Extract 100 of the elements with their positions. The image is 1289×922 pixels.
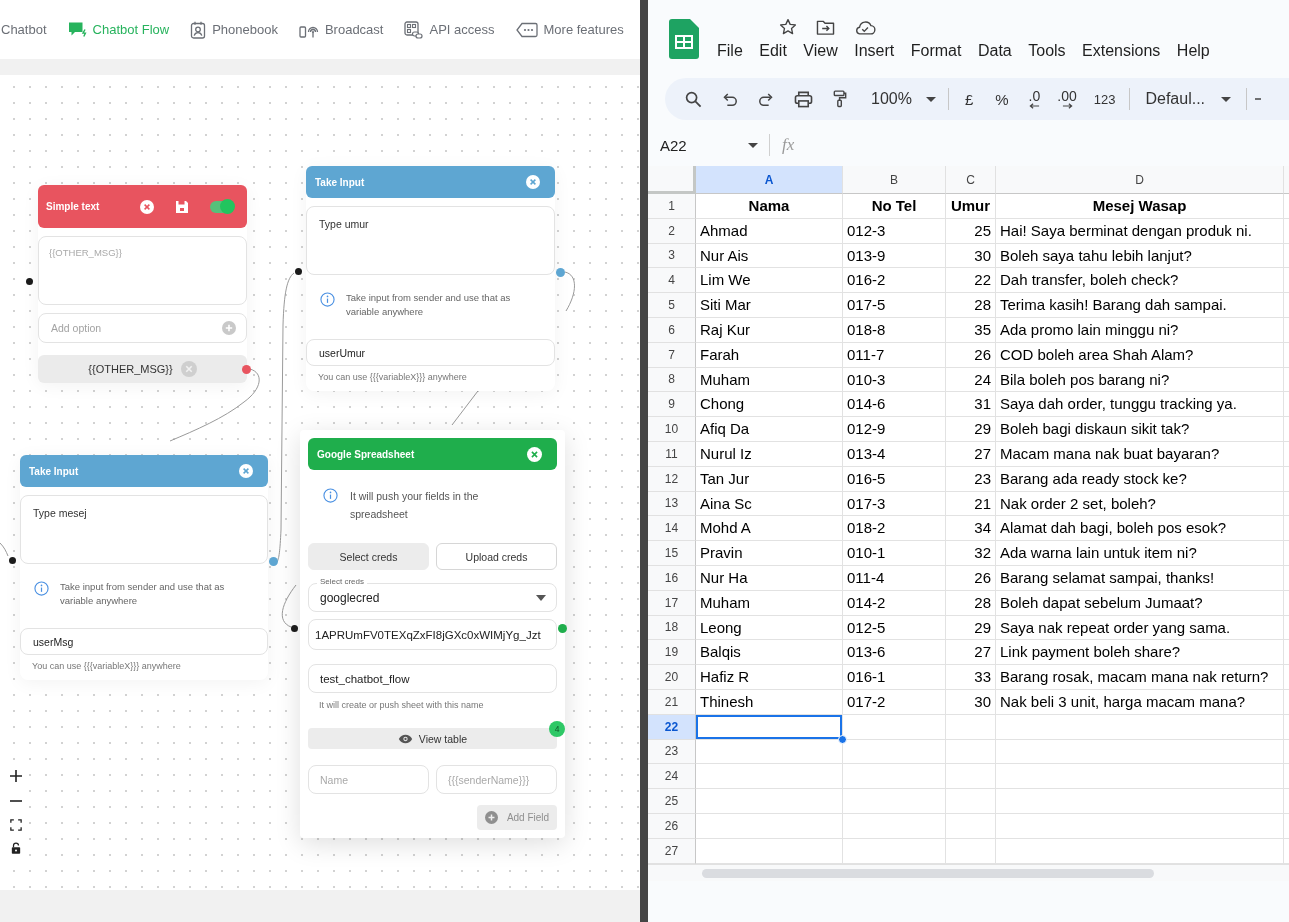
row-header[interactable]: 27 xyxy=(648,838,696,864)
print-icon[interactable] xyxy=(794,90,813,108)
row-header[interactable]: 10 xyxy=(648,417,696,442)
lock-icon[interactable] xyxy=(11,842,21,854)
field-label: Select creds xyxy=(317,577,368,587)
connector-dot-icon[interactable] xyxy=(556,268,565,277)
row-header[interactable]: 5 xyxy=(648,293,696,318)
connector-dot-icon[interactable] xyxy=(291,625,298,632)
column-header[interactable]: D xyxy=(996,166,1284,194)
font-dropdown[interactable]: Defaul... xyxy=(1145,90,1232,108)
menu-item[interactable]: Data xyxy=(977,42,1012,60)
row-header[interactable]: 12 xyxy=(648,466,696,492)
nav-tab[interactable]: Phonebook xyxy=(190,20,278,39)
search-icon[interactable] xyxy=(685,90,702,108)
row-header[interactable]: 3 xyxy=(648,243,696,269)
menu-item[interactable]: Edit xyxy=(759,42,787,60)
row-header[interactable]: 7 xyxy=(648,342,696,368)
row-header[interactable]: 6 xyxy=(648,318,696,343)
connector-dot-icon[interactable] xyxy=(269,557,278,566)
row-header[interactable]: 14 xyxy=(648,516,696,542)
option-chip[interactable]: {{OTHER_MSG}} xyxy=(38,355,247,383)
row-header[interactable]: 8 xyxy=(648,367,696,393)
creds-tab-button[interactable]: Select creds xyxy=(308,543,429,570)
row-header[interactable]: 22 xyxy=(648,714,696,740)
row-header[interactable]: 4 xyxy=(648,268,696,294)
column-header[interactable]: B xyxy=(843,166,946,194)
connector-dot-icon[interactable] xyxy=(295,268,302,275)
menu-item[interactable]: Help xyxy=(1176,42,1210,60)
message-field[interactable]: Type umur xyxy=(306,206,555,275)
nav-tab[interactable]: Chatbot xyxy=(1,22,47,37)
table-cell: Nur Ais xyxy=(696,243,843,269)
sheet-name-input[interactable]: test_chatbot_flow xyxy=(308,664,557,693)
row-header[interactable]: 19 xyxy=(648,640,696,666)
hint-text: You can use {{{variableX}}} anywhere xyxy=(32,661,182,673)
close-icon[interactable] xyxy=(526,175,540,189)
cloud-check-icon[interactable] xyxy=(854,19,876,35)
row-header[interactable]: 23 xyxy=(648,739,696,765)
menu-item[interactable]: Format xyxy=(910,42,962,60)
creds-tab-button[interactable]: Upload creds xyxy=(436,543,557,570)
row-header[interactable]: 11 xyxy=(648,441,696,467)
column-header[interactable]: C xyxy=(946,166,996,194)
nav-tab[interactable]: Broadcast xyxy=(298,21,384,38)
menu-item[interactable]: File xyxy=(717,42,743,60)
column-header[interactable]: A xyxy=(696,166,843,194)
table-cell: Lim We xyxy=(696,268,843,294)
creds-dropdown[interactable]: googlecred xyxy=(308,583,557,612)
connector-dot-icon[interactable] xyxy=(242,365,251,374)
close-icon[interactable] xyxy=(140,199,154,214)
nav-tab[interactable]: More features xyxy=(515,21,624,38)
increase-decimal-button[interactable]: .00 xyxy=(1057,89,1077,109)
arrow-right-icon xyxy=(1061,102,1073,109)
nav-tab[interactable]: API access xyxy=(404,20,495,39)
menu-item[interactable]: View xyxy=(803,42,838,60)
message-field[interactable]: Type mesej xyxy=(20,495,268,564)
currency-button[interactable]: £ xyxy=(964,90,974,108)
fit-view-icon[interactable] xyxy=(10,819,22,831)
caret-down-icon[interactable] xyxy=(536,594,546,601)
percent-button[interactable]: % xyxy=(995,90,1009,108)
zoom-in-icon[interactable] xyxy=(9,769,23,783)
close-icon[interactable] xyxy=(239,464,253,478)
name-box[interactable]: A22 xyxy=(660,136,758,154)
table-cell xyxy=(946,739,996,765)
row-header[interactable]: 26 xyxy=(648,813,696,839)
row-header[interactable]: 18 xyxy=(648,615,696,641)
menu-item[interactable]: Insert xyxy=(854,42,895,60)
row-header[interactable]: 24 xyxy=(648,764,696,790)
fill-handle-icon[interactable] xyxy=(838,734,847,744)
redo-icon[interactable] xyxy=(758,91,774,107)
sheets-logo-icon[interactable] xyxy=(669,19,699,59)
row-header[interactable]: 17 xyxy=(648,590,696,616)
table-cell: 29 xyxy=(946,615,996,641)
row-header[interactable]: 13 xyxy=(648,491,696,517)
row-header[interactable]: 1 xyxy=(648,194,696,219)
scrollbar-thumb[interactable] xyxy=(702,868,1154,878)
connector-dot-icon[interactable] xyxy=(558,624,567,633)
caret-down-icon xyxy=(748,142,758,148)
row-header[interactable]: 9 xyxy=(648,392,696,418)
close-icon[interactable] xyxy=(527,446,542,462)
row-header[interactable]: 16 xyxy=(648,565,696,591)
row-header[interactable]: 21 xyxy=(648,689,696,715)
menu-item[interactable]: Extensions xyxy=(1082,42,1161,60)
paint-roller-icon[interactable] xyxy=(833,90,847,108)
row-header[interactable]: 25 xyxy=(648,789,696,814)
connector-dot-icon[interactable] xyxy=(9,557,16,564)
row-header[interactable]: 2 xyxy=(648,218,696,244)
undo-icon[interactable] xyxy=(722,91,738,107)
row-header[interactable]: 15 xyxy=(648,541,696,566)
menu-item[interactable]: Tools xyxy=(1028,42,1066,60)
toggle-switch[interactable] xyxy=(210,200,234,213)
minus-icon[interactable] xyxy=(1255,98,1262,100)
variable-input[interactable]: userMsg xyxy=(20,628,268,655)
folder-arrow-icon[interactable] xyxy=(816,18,835,36)
variable-input[interactable]: userUmur xyxy=(306,339,555,366)
decrease-decimal-button[interactable]: .0 xyxy=(1028,89,1041,109)
star-icon[interactable] xyxy=(779,18,797,36)
row-header[interactable]: 20 xyxy=(648,665,696,690)
connector-dot-icon[interactable] xyxy=(26,278,33,285)
number-format-button[interactable]: 123 xyxy=(1093,91,1116,107)
sheet-id-input[interactable]: 1APRUmFV0TEXqZxFI8jGXc0xWIMjYg_Jzt xyxy=(308,619,557,650)
zoom-dropdown[interactable]: 100% xyxy=(871,90,936,108)
